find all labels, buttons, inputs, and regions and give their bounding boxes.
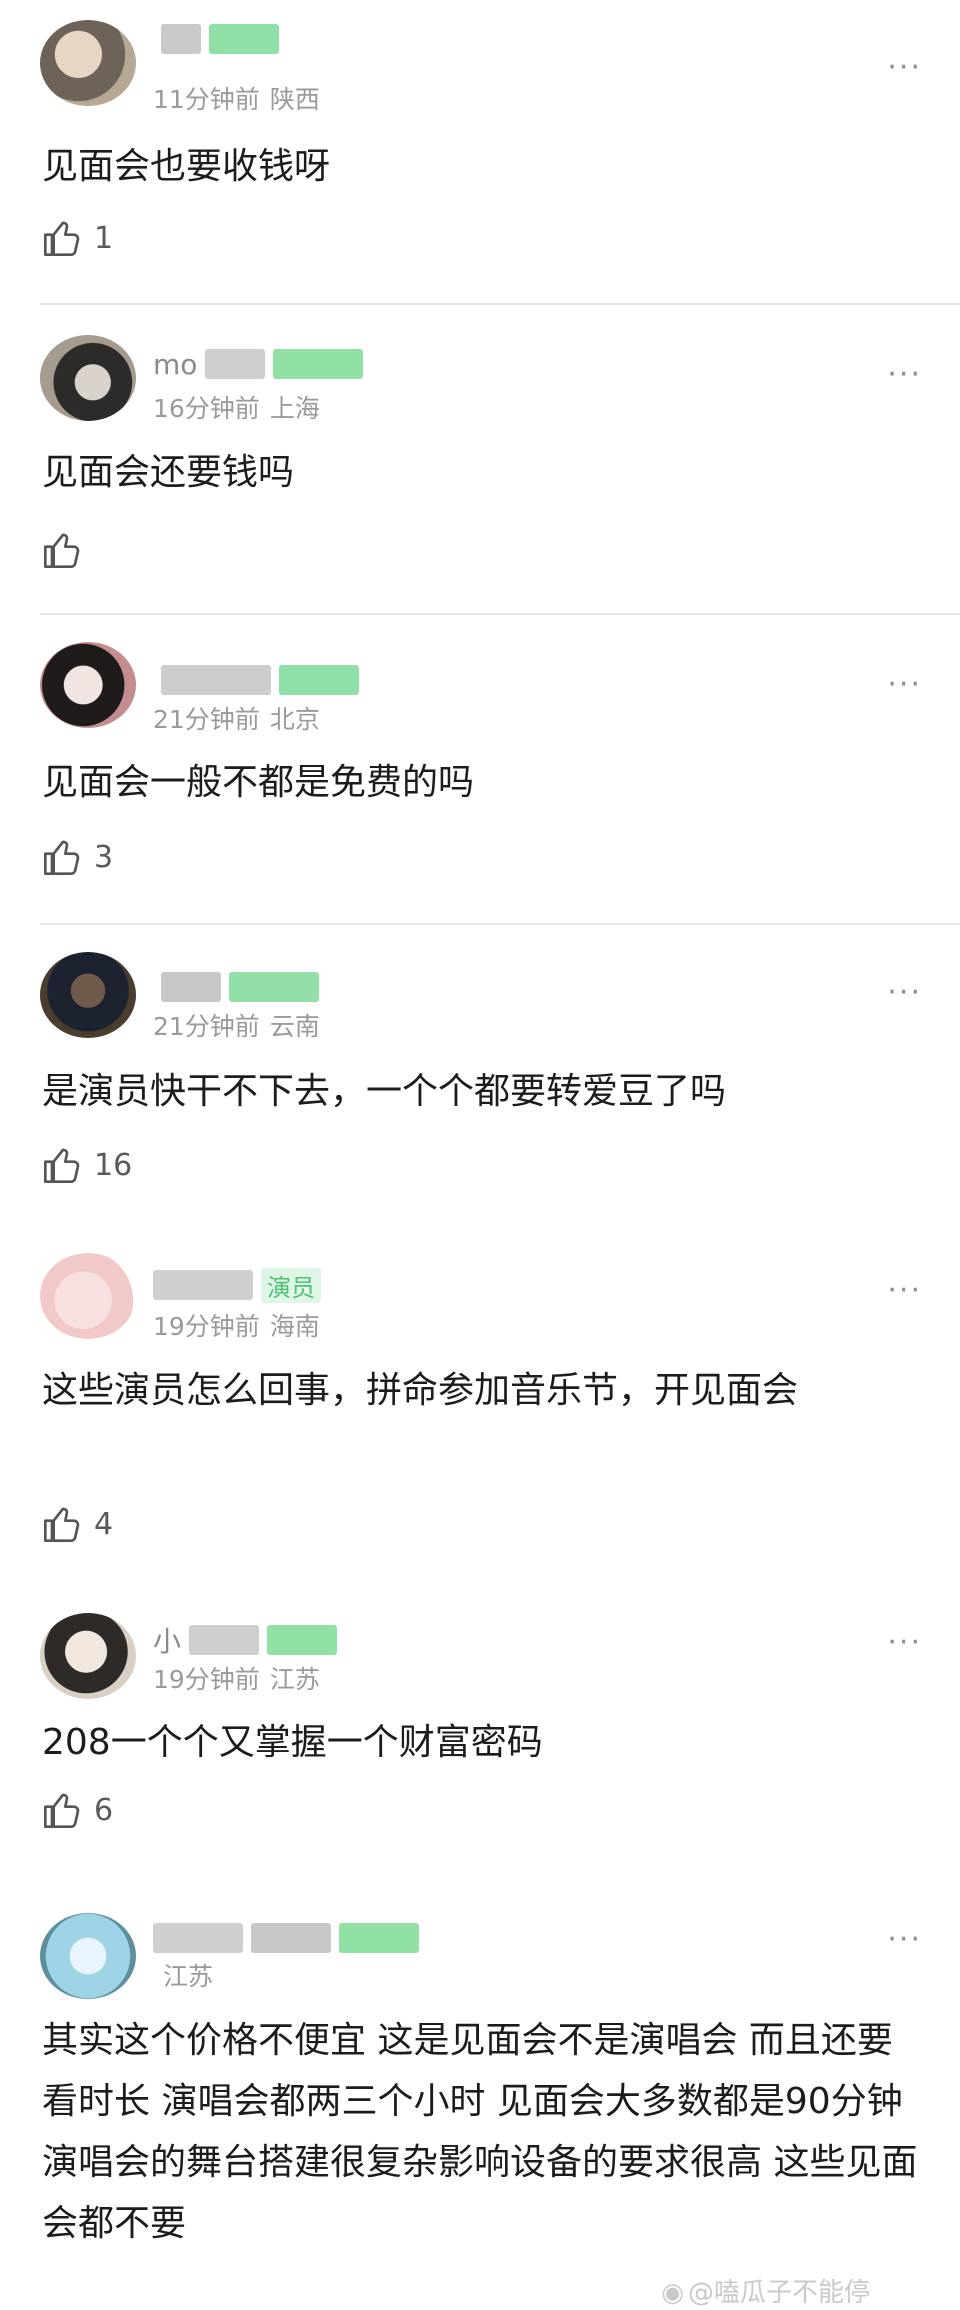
thumbs-up-icon <box>44 840 80 875</box>
comment-item: mo 16分钟前 上海 ··· 见面会还要钱吗 <box>0 305 960 610</box>
comment-time: 21分钟前 <box>153 1012 260 1041</box>
like-button[interactable]: 6 <box>42 1790 113 1830</box>
comment-meta: 21分钟前 北京 <box>153 700 320 736</box>
thumbs-up-icon <box>44 1148 80 1183</box>
comment-item: 11分钟前 陕西 ··· 见面会也要收钱呀 1 <box>0 0 960 300</box>
like-button[interactable] <box>42 530 94 570</box>
comment-location: 江苏 <box>163 1962 214 1991</box>
comment-location: 海南 <box>269 1312 320 1341</box>
comment-meta: 16分钟前 上海 <box>153 389 320 425</box>
comment-text: 208一个个又掌握一个财富密码 <box>42 1722 543 1763</box>
comment-meta: 21分钟前 云南 <box>153 1007 320 1043</box>
comment-location: 上海 <box>269 394 320 423</box>
more-dots-icon[interactable]: ··· <box>887 1625 922 1660</box>
comment-meta: 江苏 <box>153 1957 213 1993</box>
comment-time: 11分钟前 <box>153 85 260 114</box>
comment-text: 这些演员怎么回事，拼命参加音乐节，开见面会 <box>42 1370 799 1411</box>
username-redacted[interactable] <box>153 22 279 56</box>
more-dots-icon[interactable]: ··· <box>887 50 922 85</box>
username: 小 <box>153 1625 182 1658</box>
comment-location: 陕西 <box>269 85 320 114</box>
username-redacted[interactable] <box>153 663 359 697</box>
username-redacted[interactable] <box>153 970 319 1004</box>
comment-item: 小 19分钟前 江苏 ··· 208一个个又掌握一个财富密码 6 <box>0 1595 960 1900</box>
like-count: 16 <box>94 1147 133 1183</box>
like-count: 3 <box>94 839 114 875</box>
username-redacted[interactable]: 小 <box>153 1623 338 1658</box>
like-button[interactable]: 4 <box>42 1504 113 1544</box>
username-redacted[interactable]: 演员 <box>153 1267 329 1303</box>
comment-item: 演员 19分钟前 海南 ··· 这些演员怎么回事，拼命参加音乐节，开见面会 4 <box>0 1230 960 1580</box>
like-count: 1 <box>94 220 114 256</box>
more-dots-icon[interactable]: ··· <box>887 667 922 702</box>
comment-location: 北京 <box>269 705 320 734</box>
comment-location: 云南 <box>269 1012 320 1041</box>
comment-time: 19分钟前 <box>153 1312 260 1341</box>
watermark-text: @嗑瓜子不能停 <box>687 2278 870 2308</box>
username-redacted[interactable] <box>153 1921 419 1955</box>
comment-text: 其实这个价格不便宜 这是见面会不是演唱会 而且还要看时长 演唱会都两三个小时 见… <box>42 2020 918 2244</box>
more-dots-icon[interactable]: ··· <box>887 1273 922 1308</box>
like-button[interactable]: 3 <box>42 837 113 877</box>
more-dots-icon[interactable]: ··· <box>887 357 922 392</box>
avatar[interactable] <box>40 335 136 421</box>
thumbs-up-icon <box>44 1507 80 1542</box>
thumbs-up-icon <box>44 1793 80 1828</box>
avatar[interactable] <box>40 1613 136 1699</box>
comment-meta: 11分钟前 陕西 <box>153 80 320 116</box>
more-dots-icon[interactable]: ··· <box>887 975 922 1010</box>
comment-time: 19分钟前 <box>153 1665 260 1694</box>
avatar[interactable] <box>40 642 136 728</box>
comment-meta: 19分钟前 海南 <box>153 1307 320 1343</box>
comment-text: 见面会一般不都是免费的吗 <box>42 762 475 803</box>
watermark: ◉ @嗑瓜子不能停 <box>661 2272 870 2309</box>
weibo-icon: ◉ <box>661 2278 684 2308</box>
comment-text: 见面会还要钱吗 <box>42 452 295 493</box>
comment-text: 见面会也要收钱呀 <box>42 146 331 187</box>
verified-badge: 演员 <box>261 1267 321 1303</box>
comment-time: 16分钟前 <box>153 394 260 423</box>
like-count: 4 <box>94 1506 114 1542</box>
username: mo <box>153 347 198 381</box>
like-button[interactable]: 1 <box>42 218 113 258</box>
comment-item: 江苏 ··· 其实这个价格不便宜 这是见面会不是演唱会 而且还要看时长 演唱会都… <box>0 1885 960 2310</box>
comment-item: 21分钟前 北京 ··· 见面会一般不都是免费的吗 3 <box>0 615 960 920</box>
comment-meta: 19分钟前 江苏 <box>153 1660 320 1696</box>
comment-location: 江苏 <box>269 1665 320 1694</box>
avatar[interactable] <box>40 1253 136 1339</box>
avatar[interactable] <box>40 952 136 1038</box>
comment-text: 是演员快干不下去，一个个都要转爱豆了吗 <box>42 1071 727 1112</box>
more-dots-icon[interactable]: ··· <box>887 1922 922 1957</box>
avatar[interactable] <box>40 20 136 106</box>
comment-item: 21分钟前 云南 ··· 是演员快干不下去，一个个都要转爱豆了吗 16 <box>0 925 960 1225</box>
thumbs-up-icon <box>44 221 80 256</box>
like-button[interactable]: 16 <box>42 1145 132 1185</box>
thumbs-up-icon <box>44 533 80 568</box>
comment-time: 21分钟前 <box>153 705 260 734</box>
username-redacted[interactable]: mo <box>153 347 364 381</box>
avatar[interactable] <box>40 1913 136 1999</box>
like-count: 6 <box>94 1792 114 1828</box>
